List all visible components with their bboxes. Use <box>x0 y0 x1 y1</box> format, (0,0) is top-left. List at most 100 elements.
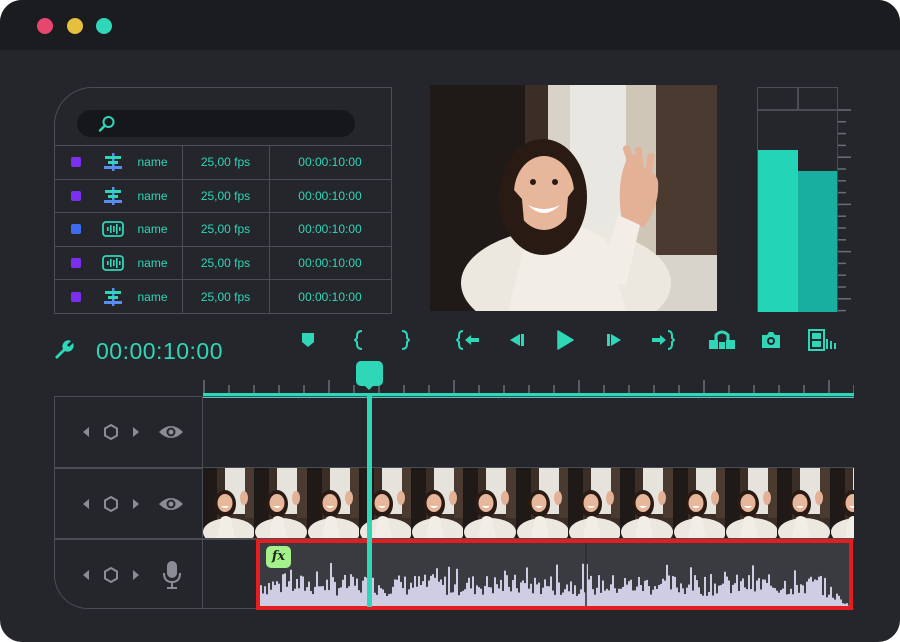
color-tag <box>70 224 81 235</box>
audio-level-meter <box>757 87 838 312</box>
go-to-out-icon <box>652 330 675 350</box>
media-fps: 25,00 fps <box>181 245 270 281</box>
media-row[interactable]: name 25,00 fps 00:00:10:00 <box>53 145 392 180</box>
media-fps: 25,00 fps <box>181 279 270 314</box>
next-keyframe-icon[interactable] <box>130 424 142 440</box>
mark-out-icon <box>401 330 410 350</box>
next-keyframe-icon[interactable] <box>130 567 142 583</box>
go-to-out-button[interactable] <box>649 328 677 352</box>
clip-thumbnail <box>569 468 622 538</box>
media-duration: 00:00:10:00 <box>268 145 392 180</box>
app-window: name 25,00 fps 00:00:10:00 name 25,00 fps 00:… <box>0 0 900 642</box>
snapshot-icon <box>762 332 780 348</box>
go-to-in-icon <box>456 330 479 350</box>
media-meta-cell: name <box>53 279 183 314</box>
clip-thumbnail <box>464 468 517 538</box>
media-row[interactable]: name 25,00 fps 00:00:10:00 <box>53 212 392 247</box>
go-to-in-button[interactable] <box>454 328 482 352</box>
media-fps: 25,00 fps <box>181 145 270 180</box>
clip-thumbnail <box>830 468 854 538</box>
current-timecode: 00:00:10:00 <box>96 338 224 364</box>
lift-icon <box>709 330 735 349</box>
clip-thumbnail <box>516 468 570 538</box>
clip-thumbnail <box>203 468 256 538</box>
track-3-controls <box>80 560 182 590</box>
clip-thumbnail <box>307 468 360 538</box>
next-keyframe-icon[interactable] <box>130 496 142 512</box>
clip-thumbnail <box>725 468 779 538</box>
effect-badge[interactable]: fx <box>266 546 291 568</box>
step-back-button[interactable] <box>502 328 530 352</box>
eye-icon[interactable] <box>158 495 184 513</box>
media-meta-cell: name <box>53 245 183 281</box>
video-track-icon <box>102 186 124 205</box>
step-back-icon <box>510 334 524 346</box>
mark-out-button[interactable] <box>391 328 419 352</box>
track-2-controls <box>80 495 184 513</box>
audio-waveform <box>260 543 849 606</box>
media-fps: 25,00 fps <box>181 178 270 214</box>
lift-button[interactable] <box>708 328 736 352</box>
color-tag <box>70 190 81 201</box>
media-name: name <box>137 289 168 304</box>
eye-icon[interactable] <box>158 423 184 441</box>
media-name: name <box>137 256 168 271</box>
mark-in-button[interactable] <box>345 328 373 352</box>
keyframe-icon[interactable] <box>104 496 118 512</box>
previous-keyframe-icon[interactable] <box>80 567 92 583</box>
media-table: name 25,00 fps 00:00:10:00 name 25,00 fps 00:… <box>53 145 392 314</box>
preview-frame-image <box>430 85 717 311</box>
audio-clip[interactable]: fx <box>256 539 853 610</box>
media-duration: 00:00:10:00 <box>268 279 392 314</box>
clip-thumbnail <box>412 468 465 538</box>
media-row[interactable]: name 25,00 fps 00:00:10:00 <box>53 245 392 281</box>
keyframe-icon[interactable] <box>104 567 118 583</box>
meter-scale <box>838 109 851 312</box>
step-forward-icon <box>607 334 621 346</box>
marker-button[interactable] <box>294 328 322 352</box>
playhead-line[interactable] <box>367 393 372 607</box>
settings-wrench-icon[interactable] <box>53 339 77 363</box>
step-forward-button[interactable] <box>601 328 629 352</box>
clip-thumbnail <box>673 468 726 538</box>
clip-thumbnail <box>778 468 831 538</box>
close-window-button[interactable] <box>37 18 53 34</box>
audio-track-icon <box>101 220 124 238</box>
filmstrip-button[interactable] <box>808 328 836 352</box>
playhead-pointer <box>361 382 377 390</box>
microphone-icon[interactable] <box>162 560 182 590</box>
color-tag <box>70 157 81 168</box>
video-preview[interactable] <box>430 85 717 311</box>
media-meta-cell: name <box>53 178 183 214</box>
media-duration: 00:00:10:00 <box>268 245 392 281</box>
media-name: name <box>137 155 168 170</box>
mark-in-icon <box>354 330 363 350</box>
color-tag <box>70 291 81 302</box>
play-button[interactable] <box>551 328 579 352</box>
previous-keyframe-icon[interactable] <box>80 424 92 440</box>
audio-track-icon <box>101 254 124 272</box>
media-row[interactable]: name 25,00 fps 00:00:10:00 <box>53 279 392 314</box>
keyframe-icon[interactable] <box>104 424 118 440</box>
media-meta-cell: name <box>53 145 183 180</box>
search-icon <box>98 116 115 132</box>
maximize-window-button[interactable] <box>96 18 112 34</box>
media-duration: 00:00:10:00 <box>268 212 392 247</box>
track-1-controls <box>80 423 184 441</box>
marker-icon <box>302 333 314 347</box>
snapshot-button[interactable] <box>757 328 785 352</box>
clip-thumbnail <box>255 468 308 538</box>
video-track-icon <box>102 153 124 172</box>
search-input[interactable] <box>77 110 355 137</box>
media-row[interactable]: name 25,00 fps 00:00:10:00 <box>53 178 392 214</box>
play-icon <box>557 330 574 350</box>
media-name: name <box>137 222 168 237</box>
media-duration: 00:00:10:00 <box>268 178 392 214</box>
video-clip[interactable] <box>203 468 854 538</box>
clip-thumbnail <box>621 468 674 538</box>
video-track-icon <box>102 287 124 306</box>
filmstrip-icon <box>808 329 836 351</box>
media-meta-cell: name <box>53 212 183 247</box>
minimize-window-button[interactable] <box>67 18 83 34</box>
previous-keyframe-icon[interactable] <box>80 496 92 512</box>
